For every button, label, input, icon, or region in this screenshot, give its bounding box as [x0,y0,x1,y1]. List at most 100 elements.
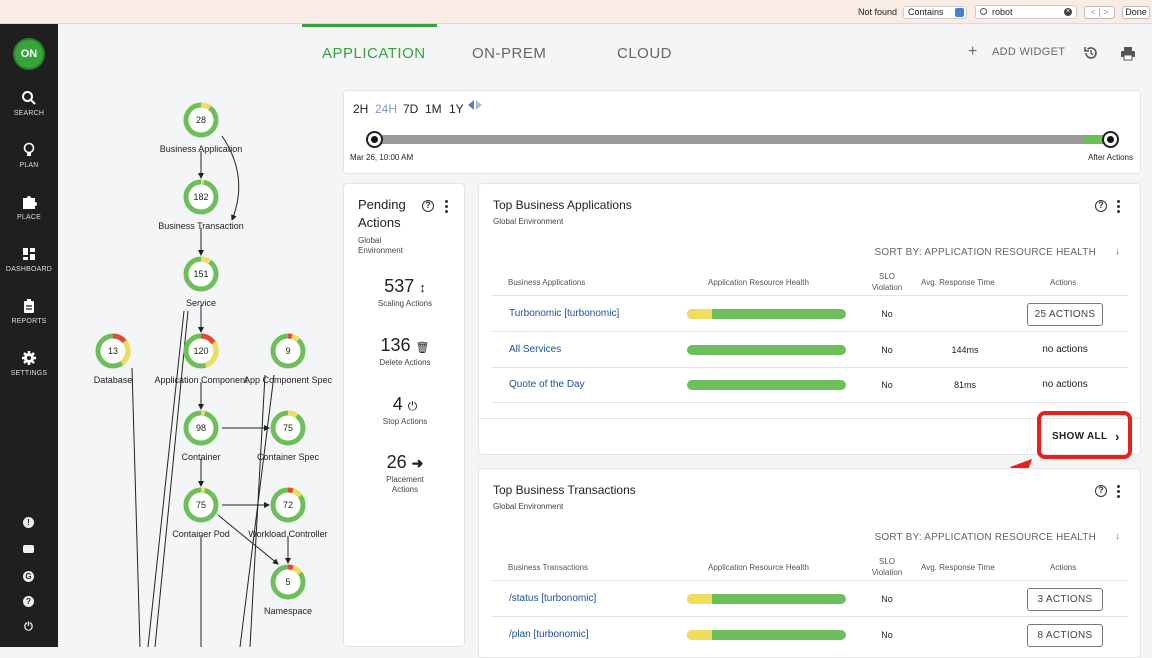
sort-direction-icon[interactable]: ↓ [1115,531,1120,542]
stat-label-line2: Actions [391,485,419,494]
power-icon[interactable]: ⏻ [23,622,34,633]
pending-subtitle: Global Environment [358,236,403,256]
node-count: 75 [283,423,293,433]
placement-actions-stat[interactable]: 26 ➜ Placement Actions [344,452,466,495]
tab-application[interactable]: APPLICATION [322,45,426,62]
supply-chain-node-business-application[interactable]: 28 Business Application [160,102,243,154]
sort-direction-icon[interactable]: ↓ [1115,246,1120,257]
delete-actions-stat[interactable]: 136 🗑 Delete Actions [344,335,466,368]
clipboard-icon [24,299,34,313]
help-icon[interactable]: ? [1095,485,1107,497]
find-input[interactable]: robot × [975,5,1077,19]
health-bar [687,629,846,640]
supply-chain-node-service[interactable]: 151 Service [183,256,219,308]
more-options-icon[interactable] [1117,200,1121,214]
tab-cloud[interactable]: CLOUD [617,45,672,62]
arrow-right-icon: ➜ [411,455,424,471]
card-subtitle: Global Environment [493,502,564,511]
slo-value: No [881,629,893,640]
card-title: Top Business Transactions [493,483,636,497]
col-header-slo: SLO Violation [871,557,903,577]
sidebar-item-label: PLAN [19,162,39,169]
clear-icon[interactable]: × [1064,8,1072,16]
row-name-link[interactable]: Quote of the Day [509,379,585,390]
stat-label: Stop Actions [382,417,428,426]
actions-button[interactable]: 3 ACTIONS [1027,588,1103,611]
supply-chain-node-database[interactable]: 13 Database [94,333,133,385]
sort-by-dropdown[interactable]: SORT BY: APPLICATION RESOURCE HEALTH [874,532,1096,543]
supply-chain-node-business-transaction[interactable]: 182 Business Transaction [158,179,244,231]
sort-by-dropdown[interactable]: SORT BY: APPLICATION RESOURCE HEALTH [874,247,1096,258]
range-step-icon[interactable] [468,100,482,110]
grid-icon [23,248,35,260]
help-icon[interactable]: ? [23,596,34,607]
supply-chain-edge [217,514,279,565]
stat-label: Delete Actions [379,358,431,367]
timeline-start-handle[interactable] [366,131,383,148]
range-1y[interactable]: 1Y [449,102,464,116]
row-name-link[interactable]: /plan [turbonomic] [509,629,589,640]
find-done-button[interactable]: Done [1122,6,1150,19]
add-widget-button[interactable]: ADD WIDGET [992,46,1065,58]
health-bar [687,594,846,604]
row-name-link[interactable]: /status [turbonomic] [509,593,596,604]
scaling-actions-stat[interactable]: 537 ↕ Scaling Actions [344,276,466,309]
gear-icon [22,351,36,365]
sidebar-item-dashboard[interactable]: DASHBOARD [0,246,58,273]
match-mode-select[interactable]: Contains [903,6,967,19]
health-bar [687,380,846,390]
range-24h[interactable]: 24H [375,102,397,116]
bulb-icon [23,142,35,156]
actions-button[interactable]: 8 ACTIONS [1027,623,1103,647]
supply-chain-node-workload-controller[interactable]: 72 Workload Controller [248,487,328,539]
timeline-end-handle[interactable] [1102,131,1119,148]
timeline-card: 2H 24H 7D 1M 1Y Mar 26, 10:00 AM After A… [343,90,1141,174]
print-icon[interactable] [1120,45,1136,61]
sidebar-item-reports[interactable]: REPORTS [0,298,58,325]
sidebar-item-settings[interactable]: SETTINGS [0,350,58,377]
find-next-button[interactable]: > [1103,7,1108,17]
plus-icon[interactable]: + [968,43,978,61]
mail-icon[interactable] [23,545,34,553]
row-name-link[interactable]: Turbonomic [turbonomic] [509,308,619,319]
alert-icon[interactable]: ! [23,517,34,528]
divider [491,580,1128,581]
help-icon[interactable]: ? [422,200,434,212]
sidebar-item-place[interactable]: PLACE [0,194,58,221]
actions-button[interactable]: 25 ACTIONS [1027,303,1103,326]
more-options-icon[interactable] [445,200,449,214]
supply-chain-node-container[interactable]: 98 Container [181,410,221,462]
supply-chain-edge [131,367,141,647]
supply-chain-node-container-pod[interactable]: 75 Container Pod [172,487,230,539]
node-label: Business Transaction [158,221,244,231]
stat-label: Scaling Actions [377,299,433,308]
stat-value: 136 [380,335,411,355]
health-bar-warning-segment [687,309,713,319]
sidebar-item-label: SETTINGS [10,370,48,377]
range-2h[interactable]: 2H [353,102,368,116]
sidebar-item-plan[interactable]: PLAN [0,142,58,169]
logo[interactable]: ON [15,40,43,68]
row-name-link[interactable]: All Services [509,344,561,355]
puzzle-icon [23,196,37,209]
find-status: Not found [858,7,898,17]
more-options-icon[interactable] [1117,485,1121,499]
help-icon[interactable]: ? [1095,200,1107,212]
col-header-actions: Actions [1050,563,1077,572]
tab-on-prem[interactable]: ON-PREM [472,45,546,62]
history-icon[interactable] [1083,45,1099,61]
range-1m[interactable]: 1M [425,102,442,116]
node-label: Business Application [160,144,243,154]
supply-chain-node-application-component[interactable]: 120 Application Component [154,333,248,385]
g-icon[interactable]: G [23,571,34,582]
node-count: 13 [108,346,118,356]
supply-chain-node-app-component-spec[interactable]: 9 App Component Spec [244,333,333,385]
node-label: Service [186,298,216,308]
range-7d[interactable]: 7D [403,102,418,116]
node-count: 98 [196,423,206,433]
slo-value: No [881,309,893,319]
stop-actions-stat[interactable]: 4 ⏻ Stop Actions [344,394,466,427]
supply-chain-node-namespace[interactable]: 5 Namespace [264,564,312,616]
sidebar-item-search[interactable]: SEARCH [0,90,58,117]
find-prev-button[interactable]: < [1091,7,1096,17]
